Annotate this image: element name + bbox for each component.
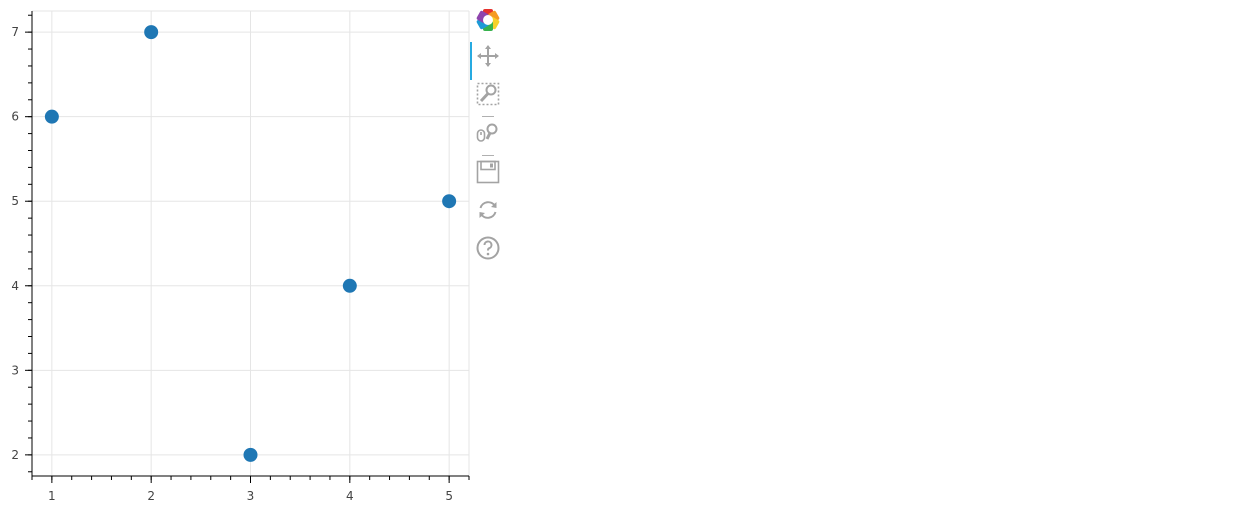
wheel-zoom-icon[interactable] xyxy=(474,119,502,147)
x-tick-label: 2 xyxy=(147,489,155,503)
y-tick-label: 5 xyxy=(11,194,19,208)
y-tick-label: 3 xyxy=(11,363,19,377)
y-tick-label: 7 xyxy=(11,25,19,39)
bokeh-logo-icon[interactable] xyxy=(474,6,502,34)
x-tick-label: 1 xyxy=(48,489,56,503)
data-point xyxy=(144,25,159,40)
scatter-plot[interactable]: 1 2 3 4 5 2 3 4 5 6 7 xyxy=(0,0,470,511)
y-tick-label: 4 xyxy=(11,279,19,293)
help-icon[interactable] xyxy=(474,234,502,262)
x-tick-label: 3 xyxy=(247,489,255,503)
y-tick-label: 2 xyxy=(11,448,19,462)
grid-lines xyxy=(32,10,470,476)
axes: 1 2 3 4 5 2 3 4 5 6 7 xyxy=(11,11,470,503)
save-icon[interactable] xyxy=(474,158,502,186)
x-tick-label: 4 xyxy=(346,489,354,503)
data-point xyxy=(44,109,59,124)
reset-icon[interactable] xyxy=(474,196,502,224)
x-tick-label: 5 xyxy=(445,489,453,503)
data-point xyxy=(342,278,357,293)
toolbar-divider xyxy=(482,116,494,117)
box-zoom-icon[interactable] xyxy=(474,80,502,108)
toolbar-divider xyxy=(482,155,494,156)
plot-canvas[interactable]: 1 2 3 4 5 2 3 4 5 6 7 xyxy=(0,0,470,511)
data-point xyxy=(243,447,258,462)
pan-icon[interactable] xyxy=(470,42,502,80)
y-tick-label: 6 xyxy=(11,110,19,124)
data-point xyxy=(442,194,457,209)
